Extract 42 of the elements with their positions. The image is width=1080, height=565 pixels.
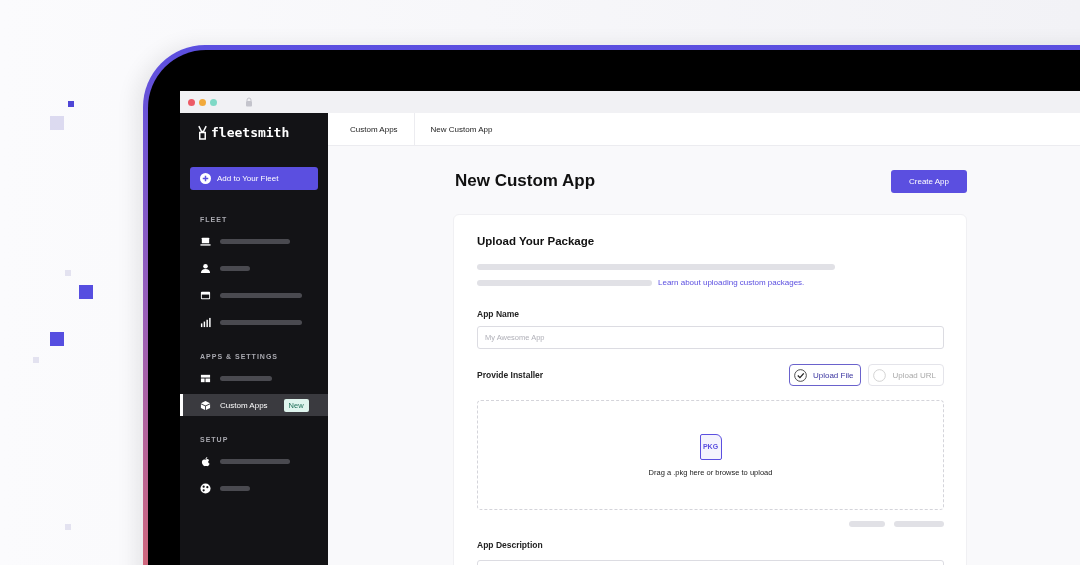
empty-circle-icon (873, 368, 887, 382)
placeholder-bar (220, 485, 250, 491)
logo-text: fleetsmith (211, 124, 290, 140)
logo-icon (197, 124, 208, 140)
breadcrumb-link[interactable]: New Custom App (413, 113, 509, 145)
placeholder-bar (894, 521, 944, 527)
decorative-square (65, 270, 71, 276)
lock-icon (245, 97, 253, 107)
checkmark-circle-icon (793, 368, 807, 382)
decorative-square (68, 101, 74, 107)
box-icon (200, 399, 211, 411)
decorative-square (79, 285, 93, 299)
decorative-square (50, 332, 64, 346)
add-to-fleet-button[interactable]: Add to Your Fleet (190, 167, 318, 190)
close-dot-icon[interactable] (188, 98, 195, 106)
installer-option[interactable]: Upload File (788, 364, 862, 386)
field-label: App Description (477, 540, 544, 550)
fruit-icon (200, 455, 211, 467)
placeholder-bar (220, 458, 290, 464)
minimize-dot-icon[interactable] (199, 98, 206, 106)
decorative-square (65, 524, 71, 530)
create-app-button[interactable]: Create App (891, 170, 967, 193)
zoom-dot-icon[interactable] (210, 98, 217, 106)
page-title: New Custom App (455, 170, 596, 191)
placeholder-bar (220, 265, 250, 271)
field-label: Provide Installer (477, 370, 544, 380)
layout-icon (200, 372, 211, 384)
plus-circle-icon (200, 173, 211, 184)
learn-more-link[interactable]: Learn about uploading custom packages. (658, 278, 805, 287)
placeholder-bar (220, 375, 272, 381)
decorative-square (33, 357, 39, 363)
placeholder-bar (849, 521, 885, 527)
placeholder-bar (220, 238, 290, 244)
palette-icon (200, 482, 211, 494)
bar-chart-icon (200, 316, 211, 328)
breadcrumb-link[interactable]: Custom Apps (328, 113, 414, 145)
person-icon (200, 262, 211, 274)
field-label: App Name (477, 309, 521, 319)
decorative-square (50, 116, 64, 130)
laptop-icon (200, 235, 211, 247)
card-title: Upload Your Package (477, 235, 596, 247)
card-icon (200, 289, 211, 301)
